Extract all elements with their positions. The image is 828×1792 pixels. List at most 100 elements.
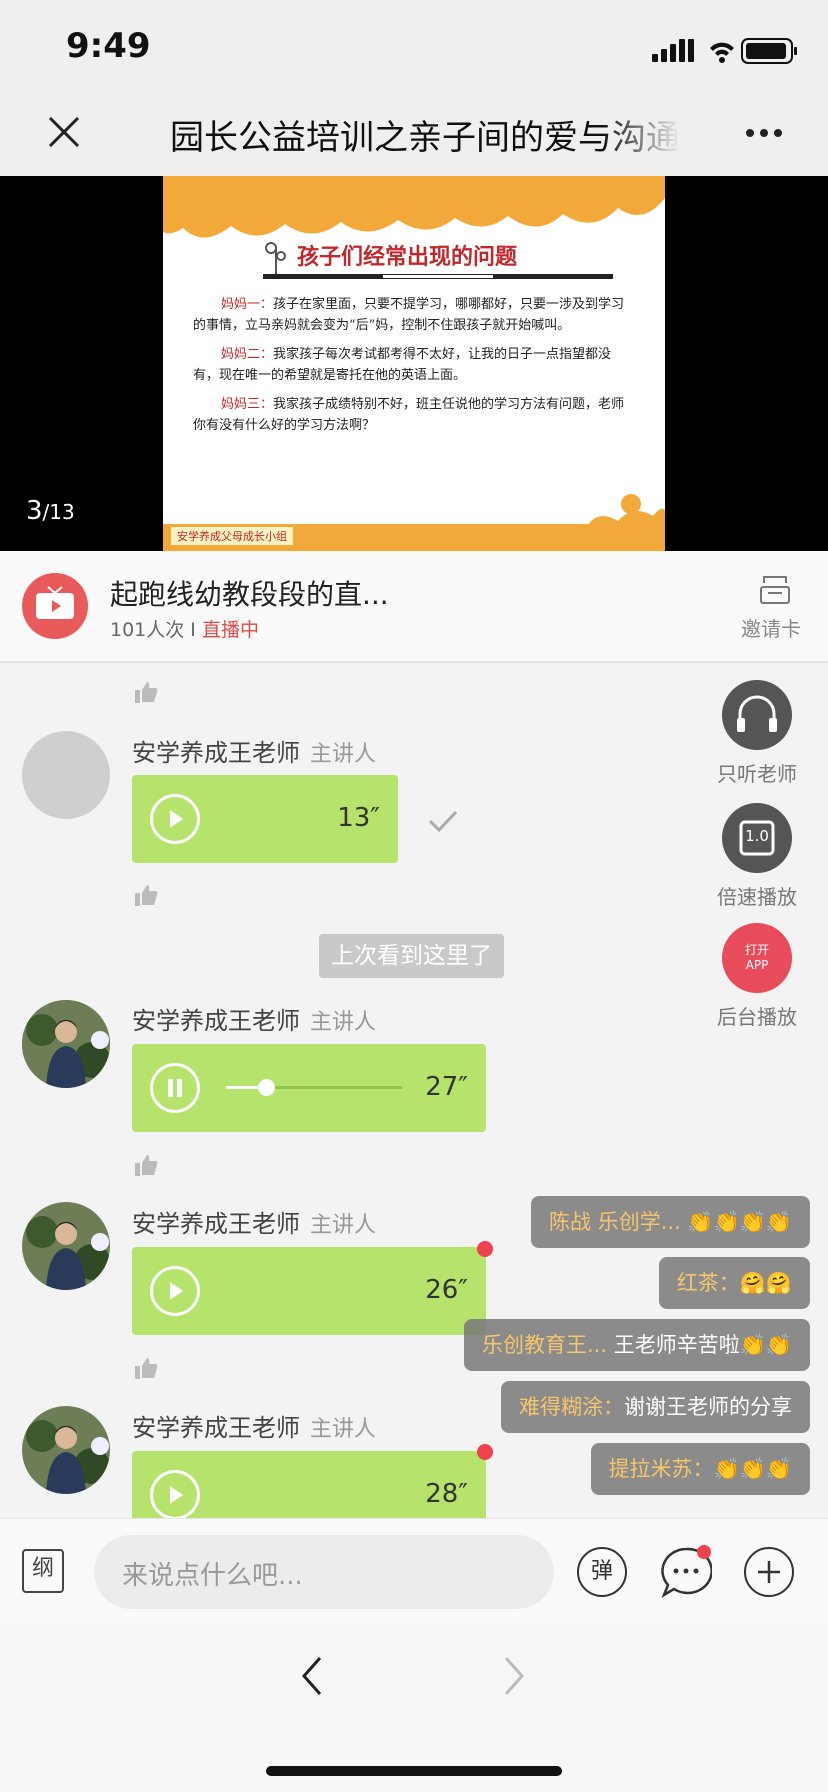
invite-card-label: 邀请卡 bbox=[741, 617, 801, 641]
danmu-toggle-label: 弹 bbox=[590, 1559, 613, 1584]
play-icon bbox=[170, 1282, 183, 1300]
message-header: 安学养成王老师 主讲人 bbox=[132, 1408, 376, 1443]
chevron-right-icon bbox=[504, 1657, 525, 1695]
voice-progress-knob[interactable] bbox=[258, 1079, 276, 1096]
channel-logo[interactable] bbox=[22, 573, 88, 639]
slide-paragraph-1: 妈妈一：孩子在家里面，只要不提学习，哪哪都好，只要一涉及到学习的事情，立马亲妈就… bbox=[193, 294, 633, 336]
voice-message[interactable]: 28″ bbox=[132, 1451, 486, 1518]
comment-placeholder: 来说点什么吧... bbox=[122, 1561, 303, 1591]
like-icon[interactable] bbox=[133, 680, 159, 704]
speed-button[interactable]: 1.0 bbox=[722, 803, 792, 873]
play-button[interactable] bbox=[150, 1470, 200, 1518]
plus-icon bbox=[758, 1561, 780, 1583]
play-icon bbox=[170, 1486, 183, 1504]
home-indicator bbox=[266, 1766, 562, 1776]
page-total: /13 bbox=[42, 500, 75, 524]
live-status: 直播中 bbox=[201, 619, 259, 641]
like-icon[interactable] bbox=[133, 883, 159, 907]
open-app-text: 打开APP bbox=[744, 943, 769, 972]
voice-message[interactable]: 13″ bbox=[132, 775, 398, 863]
speed-value: 1.0 bbox=[745, 827, 769, 845]
close-icon bbox=[48, 116, 80, 148]
status-icons bbox=[652, 36, 812, 70]
danmu-user: 提拉米苏： bbox=[608, 1457, 714, 1481]
voice-message[interactable]: 27″ bbox=[132, 1044, 486, 1132]
play-button[interactable] bbox=[150, 794, 200, 844]
sender-name: 安学养成王老师 bbox=[132, 1210, 300, 1238]
danmu-toggle-button[interactable]: 弹 bbox=[577, 1547, 627, 1597]
pause-button[interactable] bbox=[150, 1063, 200, 1113]
danmu-user: 陈战 乐创学... bbox=[549, 1210, 681, 1234]
voice-progress-track[interactable] bbox=[226, 1079, 402, 1096]
voice-duration: 28″ bbox=[425, 1479, 468, 1509]
avatar[interactable] bbox=[22, 1000, 110, 1088]
play-button[interactable] bbox=[150, 1266, 200, 1316]
outline-button[interactable]: 纲 bbox=[22, 1549, 64, 1593]
close-button[interactable] bbox=[46, 114, 82, 154]
live-meta: 101人次 I 直播中 bbox=[110, 615, 259, 642]
live-header: 起跑线幼教段段的直... 101人次 I 直播中 邀请卡 bbox=[0, 551, 828, 663]
voice-duration: 27″ bbox=[425, 1072, 468, 1102]
signal-wifi-battery-icon bbox=[652, 38, 797, 64]
slide-speaker: 妈妈二： bbox=[221, 347, 274, 362]
danmu-user: 难得糊涂： bbox=[519, 1395, 624, 1419]
add-button[interactable] bbox=[744, 1547, 794, 1597]
sender-role: 主讲人 bbox=[310, 1213, 377, 1238]
sender-name: 安学养成王老师 bbox=[132, 739, 300, 767]
voice-message[interactable]: 26″ bbox=[132, 1247, 486, 1335]
avatar[interactable] bbox=[22, 1406, 110, 1494]
danmu-text: 🤗🤗 bbox=[739, 1271, 792, 1295]
danmu-user: 乐创教育王... bbox=[481, 1333, 608, 1357]
avatar[interactable] bbox=[22, 1202, 110, 1290]
page-current: 3 bbox=[26, 496, 43, 526]
invite-card-button[interactable]: 邀请卡 bbox=[740, 573, 810, 642]
slide-title: 孩子们经常出现的问题 bbox=[297, 245, 518, 270]
avatar[interactable] bbox=[22, 731, 110, 819]
invite-card-icon bbox=[760, 576, 790, 604]
chat-area[interactable]: 安学养成王老师主讲人 13″ 上次看到这里了 安学养成王老师主讲人 27″ bbox=[0, 663, 828, 1518]
read-check-icon bbox=[428, 810, 458, 833]
background-play-label: 后台播放 bbox=[717, 1005, 797, 1029]
slide-speaker: 妈妈三： bbox=[221, 397, 274, 412]
unread-dot bbox=[477, 1241, 493, 1257]
sender-role: 主讲人 bbox=[310, 742, 377, 767]
more-button[interactable] bbox=[744, 124, 784, 143]
comments-unread-dot bbox=[697, 1545, 711, 1559]
back-button[interactable] bbox=[298, 1654, 326, 1702]
message-header: 安学养成王老师 主讲人 bbox=[132, 1204, 376, 1239]
voice-duration: 26″ bbox=[425, 1275, 468, 1305]
voice-duration: 13″ bbox=[337, 803, 380, 833]
status-time: 9:49 bbox=[66, 26, 151, 66]
like-icon[interactable] bbox=[133, 1356, 159, 1380]
pause-icon bbox=[168, 1079, 182, 1097]
like-icon[interactable] bbox=[133, 1153, 159, 1177]
sender-name: 安学养成王老师 bbox=[132, 1007, 300, 1035]
plant-icon bbox=[265, 242, 286, 276]
background-play-button[interactable]: 打开APP 后台播放 bbox=[697, 923, 817, 1030]
listen-teacher-only-label: 只听老师 bbox=[717, 762, 797, 786]
danmu-user: 红茶： bbox=[676, 1271, 740, 1295]
slide-speaker: 妈妈一： bbox=[221, 297, 274, 312]
ppt-slide: 孩子们经常出现的问题 妈妈一：孩子在家里面，只要不提学习，哪哪都好，只要一涉及到… bbox=[163, 176, 665, 551]
page-title: 园长公益培训之亲子间的爱与沟通 bbox=[170, 118, 680, 158]
listen-teacher-only-button[interactable]: 只听老师 bbox=[697, 680, 817, 787]
sender-role: 主讲人 bbox=[310, 1010, 377, 1035]
nav-bar: 园长公益培训之亲子间的爱与沟通 bbox=[0, 96, 828, 176]
open-app-button[interactable]: 打开APP bbox=[722, 923, 792, 993]
message-header: 安学养成王老师 主讲人 bbox=[132, 1001, 376, 1036]
danmu-comment: 难得糊涂：谢谢王老师的分享 bbox=[501, 1381, 810, 1433]
status-bar: 9:49 bbox=[0, 0, 828, 96]
chevron-left-icon bbox=[301, 1657, 322, 1695]
ppt-player[interactable]: 孩子们经常出现的问题 妈妈一：孩子在家里面，只要不提学习，哪哪都好，只要一涉及到… bbox=[0, 176, 828, 551]
danmu-text: 👏👏👏👏 bbox=[680, 1210, 792, 1234]
slide-footer: 安学养成父母成长小组 bbox=[171, 527, 293, 545]
browser-nav bbox=[0, 1624, 828, 1792]
forward-button[interactable] bbox=[500, 1654, 528, 1702]
playback-speed-button[interactable]: 1.0 倍速播放 bbox=[697, 803, 817, 910]
headphone-button[interactable] bbox=[722, 680, 792, 750]
comment-input[interactable]: 来说点什么吧... bbox=[94, 1535, 554, 1609]
cloud-decoration bbox=[163, 176, 665, 238]
teacher-photo bbox=[22, 1406, 110, 1494]
live-title[interactable]: 起跑线幼教段段的直... bbox=[110, 573, 389, 613]
teacher-photo bbox=[22, 1000, 110, 1088]
